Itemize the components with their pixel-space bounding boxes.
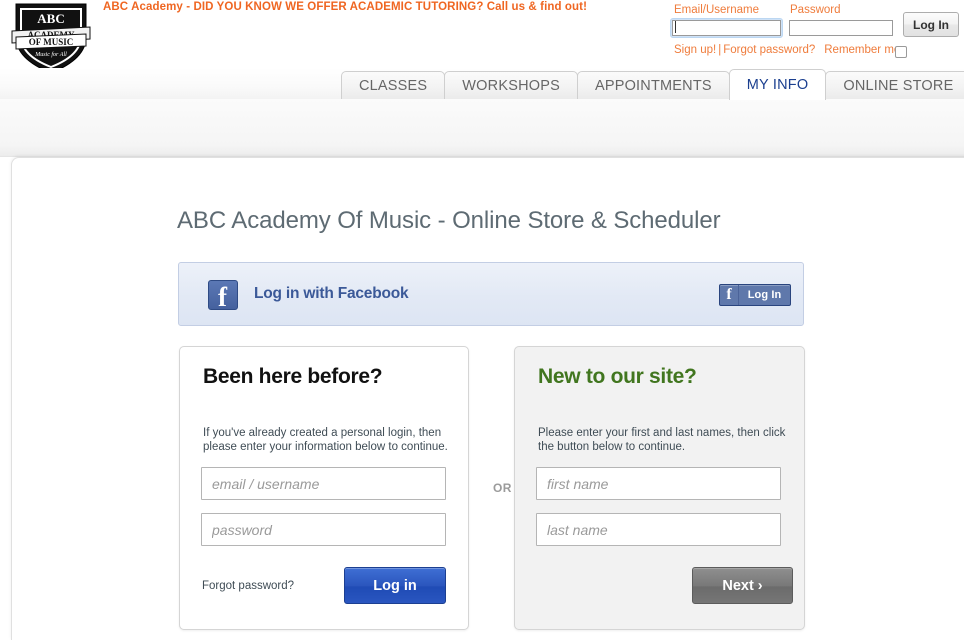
remember-me-label: Remember me — [824, 44, 901, 56]
main-navigation-tabs: CLASSES WORKSHOPS APPOINTMENTS MY INFO O… — [341, 69, 964, 100]
returning-user-panel: Been here before? If you've already crea… — [179, 346, 469, 630]
facebook-login-label: Log in with Facebook — [254, 285, 409, 302]
tab-my-info[interactable]: MY INFO — [728, 69, 827, 100]
svg-text:ABC: ABC — [37, 11, 64, 26]
facebook-f-glyph: f — [218, 282, 227, 312]
panel-forgot-password-link[interactable]: Forgot password? — [202, 580, 294, 592]
password-input[interactable] — [789, 20, 893, 36]
facebook-button-f-icon: f — [720, 285, 739, 305]
new-user-heading: New to our site? — [538, 365, 697, 388]
login-password-input[interactable] — [201, 513, 446, 546]
tab-online-store[interactable]: ONLINE STORE — [825, 71, 964, 100]
svg-text:Music for All: Music for All — [34, 51, 67, 58]
page-title: ABC Academy Of Music - Online Store & Sc… — [177, 207, 721, 235]
returning-user-description: If you've already created a personal log… — [203, 427, 448, 453]
text-caret — [675, 21, 676, 33]
promo-banner-text: ABC Academy - DID YOU KNOW WE OFFER ACAD… — [103, 1, 588, 13]
header-login-button[interactable]: Log In — [903, 12, 959, 37]
sign-up-link[interactable]: Sign up! — [674, 44, 716, 56]
last-name-input[interactable] — [536, 513, 781, 546]
tab-classes[interactable]: CLASSES — [341, 71, 446, 100]
facebook-login-bar[interactable]: f Log in with Facebook f Log In — [178, 262, 804, 326]
first-name-input[interactable] — [536, 467, 781, 500]
forgot-password-link[interactable]: Forgot password? — [723, 44, 815, 56]
content-card: ABC Academy Of Music - Online Store & Sc… — [11, 157, 964, 640]
facebook-login-button[interactable]: f Log In — [719, 284, 791, 306]
page-gradient-band — [0, 99, 964, 157]
login-submit-button[interactable]: Log in — [344, 567, 446, 604]
returning-user-heading: Been here before? — [203, 365, 383, 388]
facebook-icon: f — [208, 280, 238, 312]
next-button[interactable]: Next › — [692, 567, 793, 604]
site-header: ABC ACADEMY OF MUSIC Music for All ABC A… — [0, 0, 964, 74]
new-user-panel: New to our site? Please enter your first… — [514, 346, 805, 630]
facebook-button-label: Log In — [747, 289, 782, 301]
link-separator: | — [718, 44, 722, 56]
or-divider-label: OR — [493, 481, 512, 495]
header-login-widget: Email/Username Password Log In Sign up! |… — [670, 4, 960, 60]
login-username-input[interactable] — [201, 467, 446, 500]
svg-text:OF MUSIC: OF MUSIC — [29, 37, 73, 47]
email-username-label: Email/Username — [674, 4, 759, 16]
site-logo[interactable]: ABC ACADEMY OF MUSIC Music for All — [8, 1, 94, 75]
tab-appointments[interactable]: APPOINTMENTS — [576, 71, 730, 100]
email-field-wrapper — [670, 18, 783, 38]
password-field-wrapper — [787, 18, 895, 38]
new-user-description: Please enter your first and last names, … — [538, 427, 786, 453]
remember-me-checkbox[interactable] — [895, 46, 907, 58]
email-username-input[interactable] — [672, 20, 781, 36]
tab-workshops[interactable]: WORKSHOPS — [444, 71, 578, 100]
header-sublinks: Sign up! | Forgot password? Remember me — [674, 44, 900, 56]
password-label: Password — [790, 4, 841, 16]
